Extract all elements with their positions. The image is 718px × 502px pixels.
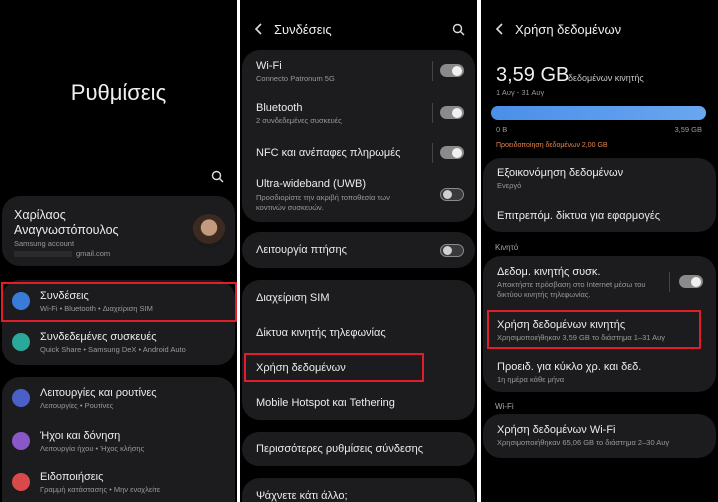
profile-account-label: Samsung account xyxy=(14,239,75,248)
nfc-row[interactable]: NFC και ανέπαφες πληρωμές xyxy=(242,138,475,168)
group-wifi: Χρήση δεδομένων Wi-Fi Χρησιμοποιήθηκαν 6… xyxy=(483,414,716,458)
profile-name-line2: Αναγνωστόπουλος xyxy=(14,223,119,237)
group-wireless: Wi-Fi Connecto Patronum 5G Bluetooth 2 σ… xyxy=(242,50,475,222)
uwb-toggle[interactable] xyxy=(440,188,464,201)
warning-cycle-label: Προειδ. για κύκλο χρ. και δεδ. xyxy=(497,361,642,373)
menu-item-notifications[interactable]: Ειδοποιήσεις Γραμμή κατάστασης • Μην ενο… xyxy=(2,463,235,502)
menu-item-sim[interactable]: Διαχείριση SIM xyxy=(256,292,330,304)
wifi-usage-row[interactable]: Χρήση δεδομένων Wi-Fi Χρησιμοποιήθηκαν 6… xyxy=(483,414,716,458)
usage-summary-card: 3,59 GB δεδομένων κινητής 1 Αυγ - 31 Αυγ… xyxy=(483,50,716,156)
divider xyxy=(432,61,433,81)
usage-bar-max: 3,59 GB xyxy=(674,125,702,134)
sound-icon xyxy=(12,432,30,450)
group-flight: Λειτουργία πτήσης xyxy=(242,232,475,268)
nfc-toggle[interactable] xyxy=(440,146,464,159)
uwb-sub-line2: κοντινών συσκευών. xyxy=(256,203,324,212)
highlight-box xyxy=(244,353,424,382)
wifi-row[interactable]: Wi-Fi Connecto Patronum 5G xyxy=(242,50,475,92)
group-modes: Λειτουργίες και ρουτίνες Λειτουργίες • Ρ… xyxy=(2,377,235,502)
bluetooth-sub: 2 συνδεδεμένες συσκευές xyxy=(256,116,342,125)
menu-item-mobile-networks[interactable]: Δίκτυα κινητής τηλεφωνίας xyxy=(256,327,386,339)
profile-email: gmail.com xyxy=(76,249,111,258)
menu-item-sub: Quick Share • Samsung DeX • Android Auto xyxy=(40,345,186,354)
menu-item-label: Ήχοι και δόνηση xyxy=(40,430,121,442)
uwb-label: Ultra-wideband (UWB) xyxy=(256,178,367,190)
modes-icon xyxy=(12,389,30,407)
menu-item-hotspot[interactable]: Mobile Hotspot και Tethering xyxy=(256,397,395,409)
settings-panel: Ρυθμίσεις Χαρίλαος Αναγνωστόπουλος Samsu… xyxy=(0,0,237,502)
search-icon[interactable] xyxy=(211,170,224,183)
menu-item-label: Λειτουργίες και ρουτίνες xyxy=(40,387,157,399)
data-usage-panel: Χρήση δεδομένων 3,59 GB δεδομένων κινητή… xyxy=(481,0,718,502)
group-network: Διαχείριση SIM Δίκτυα κινητής τηλεφωνίας… xyxy=(242,280,475,420)
section-header-wifi: Wi-Fi xyxy=(495,402,514,411)
page-title: Συνδέσεις xyxy=(274,22,332,37)
flight-mode-toggle[interactable] xyxy=(440,244,464,257)
mobile-data-label: Δεδομ. κινητής συσκ. xyxy=(497,266,601,278)
menu-item-sub: Λειτουργίες • Ρουτίνες xyxy=(40,401,114,410)
menu-item-modes[interactable]: Λειτουργίες και ρουτίνες Λειτουργίες • Ρ… xyxy=(2,377,235,419)
menu-item-allowed-networks[interactable]: Επιτρεπόμ. δίκτυα για εφαρμογές xyxy=(497,210,660,222)
usage-amount-label: δεδομένων κινητής xyxy=(568,73,644,83)
flight-mode-row[interactable]: Λειτουργία πτήσης xyxy=(242,232,475,268)
divider xyxy=(669,272,670,292)
menu-item-connected-devices[interactable]: Συνδεδεμένες συσκευές Quick Share • Sams… xyxy=(2,323,235,365)
profile-name-line1: Χαρίλαος xyxy=(14,208,66,222)
wifi-usage-label: Χρήση δεδομένων Wi-Fi xyxy=(497,424,616,436)
usage-period: 1 Αυγ - 31 Αυγ xyxy=(496,88,545,97)
menu-item-more-settings[interactable]: Περισσότερες ρυθμίσεις σύνδεσης xyxy=(256,443,423,455)
connections-panel: Συνδέσεις Wi-Fi Connecto Patronum 5G Blu… xyxy=(240,0,477,502)
warning-cycle-sub: 1η ημέρα κάθε μήνα xyxy=(497,375,565,384)
group-saver: Εξοικονόμηση δεδομένων Ενεργό Επιτρεπόμ.… xyxy=(483,158,716,232)
menu-item-label: Ειδοποιήσεις xyxy=(40,471,104,483)
data-saver-sub: Ενεργό xyxy=(497,181,522,190)
mobile-data-sub-line2: δικτύου κινητής τηλεφωνίας. xyxy=(497,290,591,299)
bluetooth-toggle[interactable] xyxy=(440,106,464,119)
warning-cycle-row[interactable]: Προειδ. για κύκλο χρ. και δεδ. 1η ημέρα … xyxy=(483,354,716,392)
menu-item-label: Συνδεδεμένες συσκευές xyxy=(40,331,157,343)
devices-icon xyxy=(12,333,30,351)
back-icon[interactable] xyxy=(495,22,505,36)
bluetooth-row[interactable]: Bluetooth 2 συνδεδεμένες συσκευές xyxy=(242,94,475,136)
highlight-box xyxy=(1,282,237,322)
usage-amount: 3,59 GB xyxy=(496,64,570,86)
wifi-toggle[interactable] xyxy=(440,64,464,77)
page-title: Χρήση δεδομένων xyxy=(515,22,622,37)
group-more: Περισσότερες ρυθμίσεις σύνδεσης xyxy=(242,432,475,466)
menu-item-sub: Λειτουργία ήχου • Ήχος κλήσης xyxy=(40,444,145,453)
mobile-data-row[interactable]: Δεδομ. κινητής συσκ. Αποκτήστε πρόσβαση … xyxy=(483,256,716,304)
wifi-label: Wi-Fi xyxy=(256,60,282,72)
avatar[interactable] xyxy=(192,214,226,248)
search-prompt: Ψάχνετε κάτι άλλο; xyxy=(256,490,348,502)
data-saver-label: Εξοικονόμηση δεδομένων xyxy=(497,167,624,179)
bluetooth-label: Bluetooth xyxy=(256,102,303,114)
menu-item-sounds[interactable]: Ήχοι και δόνηση Λειτουργία ήχου • Ήχος κ… xyxy=(2,420,235,462)
bell-icon xyxy=(12,473,30,491)
usage-bar-track xyxy=(491,106,706,120)
wifi-usage-sub: Χρησιμοποιήθηκαν 65,06 GB το διάστημα 2–… xyxy=(497,438,670,447)
highlight-box xyxy=(487,310,701,349)
divider xyxy=(432,103,433,123)
search-icon[interactable] xyxy=(452,23,465,36)
uwb-sub-line1: Προσδιορίστε την ακριβή τοποθεσία των xyxy=(256,193,390,202)
usage-bar-fill xyxy=(491,106,706,120)
menu-item-sub: Γραμμή κατάστασης • Μην ενοχλείτε xyxy=(40,485,161,494)
nfc-label: NFC και ανέπαφες πληρωμές xyxy=(256,147,401,159)
back-icon[interactable] xyxy=(254,22,264,36)
group-search-prompt: Ψάχνετε κάτι άλλο; xyxy=(242,478,475,502)
data-saver-row[interactable]: Εξοικονόμηση δεδομένων Ενεργό xyxy=(483,158,716,196)
usage-warning-label: Προειδοποίηση δεδομένων 2,00 GB xyxy=(496,142,608,149)
section-header-mobile: Κινητό xyxy=(495,243,519,252)
email-redacted xyxy=(14,251,72,257)
mobile-data-sub-line1: Αποκτήστε πρόσβαση στο Internet μέσω του xyxy=(497,280,646,289)
divider xyxy=(432,143,433,163)
profile-card[interactable]: Χαρίλαος Αναγνωστόπουλος Samsung account… xyxy=(2,196,235,266)
usage-bar-min: 0 B xyxy=(496,125,508,134)
mobile-data-toggle[interactable] xyxy=(679,275,703,288)
wifi-sub: Connecto Patronum 5G xyxy=(256,74,335,83)
flight-mode-label: Λειτουργία πτήσης xyxy=(256,244,347,256)
page-title: Ρυθμίσεις xyxy=(70,80,167,105)
uwb-row[interactable]: Ultra-wideband (UWB) Προσδιορίστε την ακ… xyxy=(242,172,475,222)
